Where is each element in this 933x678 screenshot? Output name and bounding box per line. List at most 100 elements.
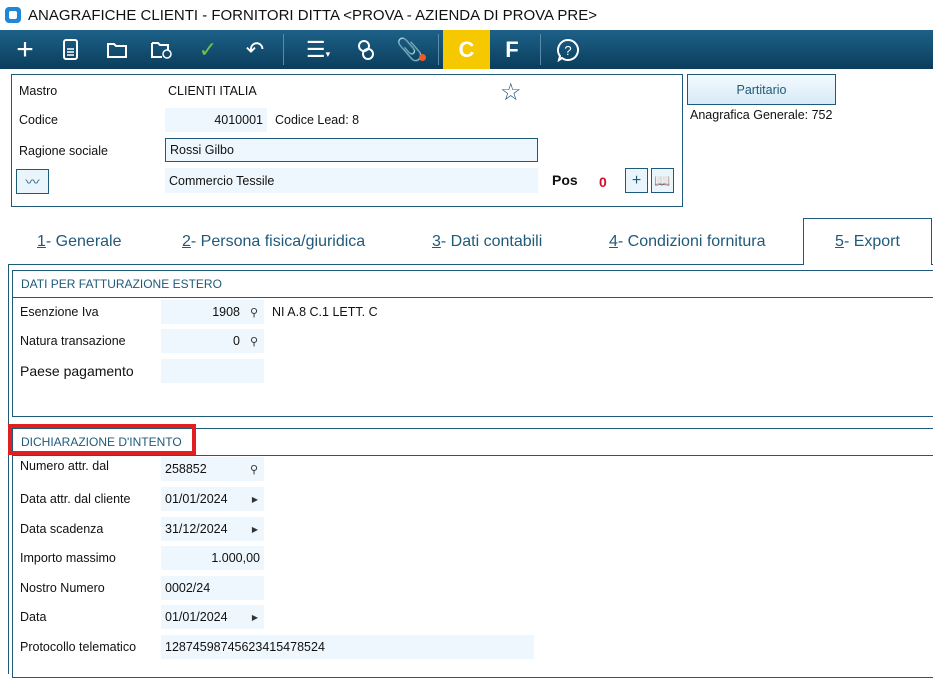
plus-icon: + — [631, 171, 642, 189]
contacts-icon — [358, 39, 374, 60]
search-icon[interactable]: ⚲ — [250, 463, 258, 476]
nostro-numero-field[interactable]: 0002/24 — [161, 576, 264, 600]
esenzione-field[interactable]: 1908 ⚲ — [161, 300, 264, 324]
plus-icon: + — [16, 32, 34, 66]
natura-value: 0 — [233, 334, 240, 348]
protocollo-field[interactable]: 12874598745623415478524 — [161, 635, 534, 659]
anagrafica-generale: Anagrafica Generale: 752 — [690, 108, 833, 122]
menu-button[interactable]: ☰▾ — [296, 30, 340, 69]
separator — [283, 34, 284, 65]
natura-field[interactable]: 0 ⚲ — [161, 329, 264, 353]
undo-button[interactable]: ↶ — [235, 30, 275, 69]
data-field[interactable]: 01/01/2024 ▶ — [161, 605, 264, 629]
codice-field[interactable]: 4010001 — [165, 108, 267, 132]
tab-label: - Dati contabili — [440, 232, 543, 250]
tab-label: - Condizioni fornitura — [617, 232, 766, 250]
help-button[interactable]: ? — [548, 30, 588, 69]
pos-value: 0 — [599, 174, 607, 190]
separator — [438, 34, 439, 65]
ragione-sociale-field[interactable]: Rossi Gilbo — [165, 138, 538, 162]
tab-label: - Generale — [45, 232, 122, 250]
data-value: 01/01/2024 — [165, 610, 228, 624]
tab-key: 2 — [182, 232, 191, 250]
fatturazione-title: DATI PER FATTURAZIONE ESTERO — [21, 277, 222, 291]
star-icon[interactable]: ☆ — [500, 78, 522, 107]
tab-dati-contabili[interactable]: 3 - Dati contabili — [432, 218, 542, 265]
numero-attr-field[interactable]: 258852 ⚲ — [161, 457, 264, 481]
mastro-label: Mastro — [19, 84, 58, 98]
app-icon — [5, 7, 21, 23]
mastro-value: CLIENTI ITALIA — [168, 84, 257, 98]
paese-label: Paese pagamento — [20, 363, 134, 379]
importo-label: Importo massimo — [20, 551, 116, 565]
paese-field[interactable] — [161, 359, 264, 383]
codice-lead: Codice Lead: 8 — [275, 113, 360, 127]
esenzione-desc: NI A.8 C.1 LETT. C — [272, 305, 378, 319]
data-attr-value: 01/01/2024 — [165, 492, 228, 506]
natura-label: Natura transazione — [20, 334, 126, 348]
add-pos-button[interactable]: + — [625, 168, 648, 193]
check-icon: ✓ — [198, 36, 218, 62]
separator — [540, 34, 541, 65]
book-button[interactable]: 📖 — [651, 168, 674, 193]
arrow-right-icon[interactable]: ▶ — [252, 613, 258, 622]
tab-label: - Persona fisica/giuridica — [190, 232, 366, 250]
tab-key: 5 — [835, 233, 844, 250]
title-bar: ANAGRAFICHE CLIENTI - FORNITORI DITTA <P… — [0, 0, 933, 30]
window-title: ANAGRAFICHE CLIENTI - FORNITORI DITTA <P… — [28, 7, 597, 24]
arrow-right-icon[interactable]: ▶ — [252, 495, 258, 504]
tab-generale[interactable]: 1 - Generale — [37, 218, 122, 265]
arrow-right-icon[interactable]: ▶ — [252, 525, 258, 534]
f-button[interactable]: F — [492, 30, 532, 69]
pos-label: Pos — [552, 172, 578, 188]
toolbar: + ✓ ↶ ☰▾ 📎 C F ? — [0, 30, 933, 69]
tab-key: 1 — [37, 232, 46, 250]
importo-field[interactable]: 1.000,00 — [161, 546, 264, 570]
ragione-sociale-label: Ragione sociale — [19, 144, 108, 158]
c-button[interactable]: C — [443, 30, 490, 69]
highlight-box — [8, 424, 196, 455]
numero-attr-label: Numero attr. dal — [20, 459, 109, 473]
tab-label: - Export — [843, 233, 900, 250]
data-attr-label: Data attr. dal cliente — [20, 492, 131, 506]
nostro-numero-label: Nostro Numero — [20, 581, 105, 595]
tab-key: 4 — [609, 232, 618, 250]
save-button[interactable]: ✓ — [188, 30, 228, 69]
partitario-button[interactable]: Partitario — [687, 74, 836, 105]
data-scadenza-field[interactable]: 31/12/2024 ▶ — [161, 517, 264, 541]
book-icon: 📖 — [654, 172, 671, 188]
attachments-button[interactable]: 📎 — [390, 30, 430, 69]
esenzione-value: 1908 — [212, 305, 240, 319]
search-icon[interactable]: ⚲ — [250, 335, 258, 348]
data-scadenza-value: 31/12/2024 — [165, 522, 228, 536]
new-button[interactable]: + — [5, 30, 45, 69]
menu-icon: ☰▾ — [305, 36, 331, 62]
categoria-field[interactable]: Commercio Tessile — [165, 168, 538, 193]
data-scadenza-label: Data scadenza — [20, 522, 104, 536]
folder-open-icon — [107, 42, 127, 58]
tab-persona[interactable]: 2 - Persona fisica/giuridica — [182, 218, 365, 265]
data-attr-field[interactable]: 01/01/2024 ▶ — [161, 487, 264, 511]
tab-key: 3 — [432, 232, 441, 250]
numero-attr-value: 258852 — [165, 462, 207, 476]
codice-label: Codice — [19, 113, 58, 127]
undo-icon: ↶ — [245, 36, 265, 62]
document-icon — [63, 38, 78, 60]
svg-text:?: ? — [564, 43, 571, 58]
data-label: Data — [20, 610, 47, 624]
fatturazione-section — [12, 270, 933, 417]
chart-icon: 〰 — [25, 173, 40, 190]
esenzione-label: Esenzione Iva — [20, 305, 99, 319]
attachment-icon: 📎 — [396, 36, 426, 62]
open-recent-button[interactable] — [142, 30, 182, 69]
protocollo-label: Protocollo telematico — [20, 640, 137, 654]
chart-button[interactable]: 〰 — [16, 169, 49, 194]
folder-clock-icon — [151, 41, 172, 59]
open-button[interactable] — [97, 30, 137, 69]
copy-button[interactable] — [50, 30, 90, 69]
tab-condizioni-fornitura[interactable]: 4 - Condizioni fornitura — [609, 218, 766, 265]
search-icon[interactable]: ⚲ — [250, 306, 258, 319]
help-icon: ? — [557, 38, 579, 62]
tab-export[interactable]: 5 - Export — [803, 218, 932, 265]
contacts-button[interactable] — [346, 30, 386, 69]
